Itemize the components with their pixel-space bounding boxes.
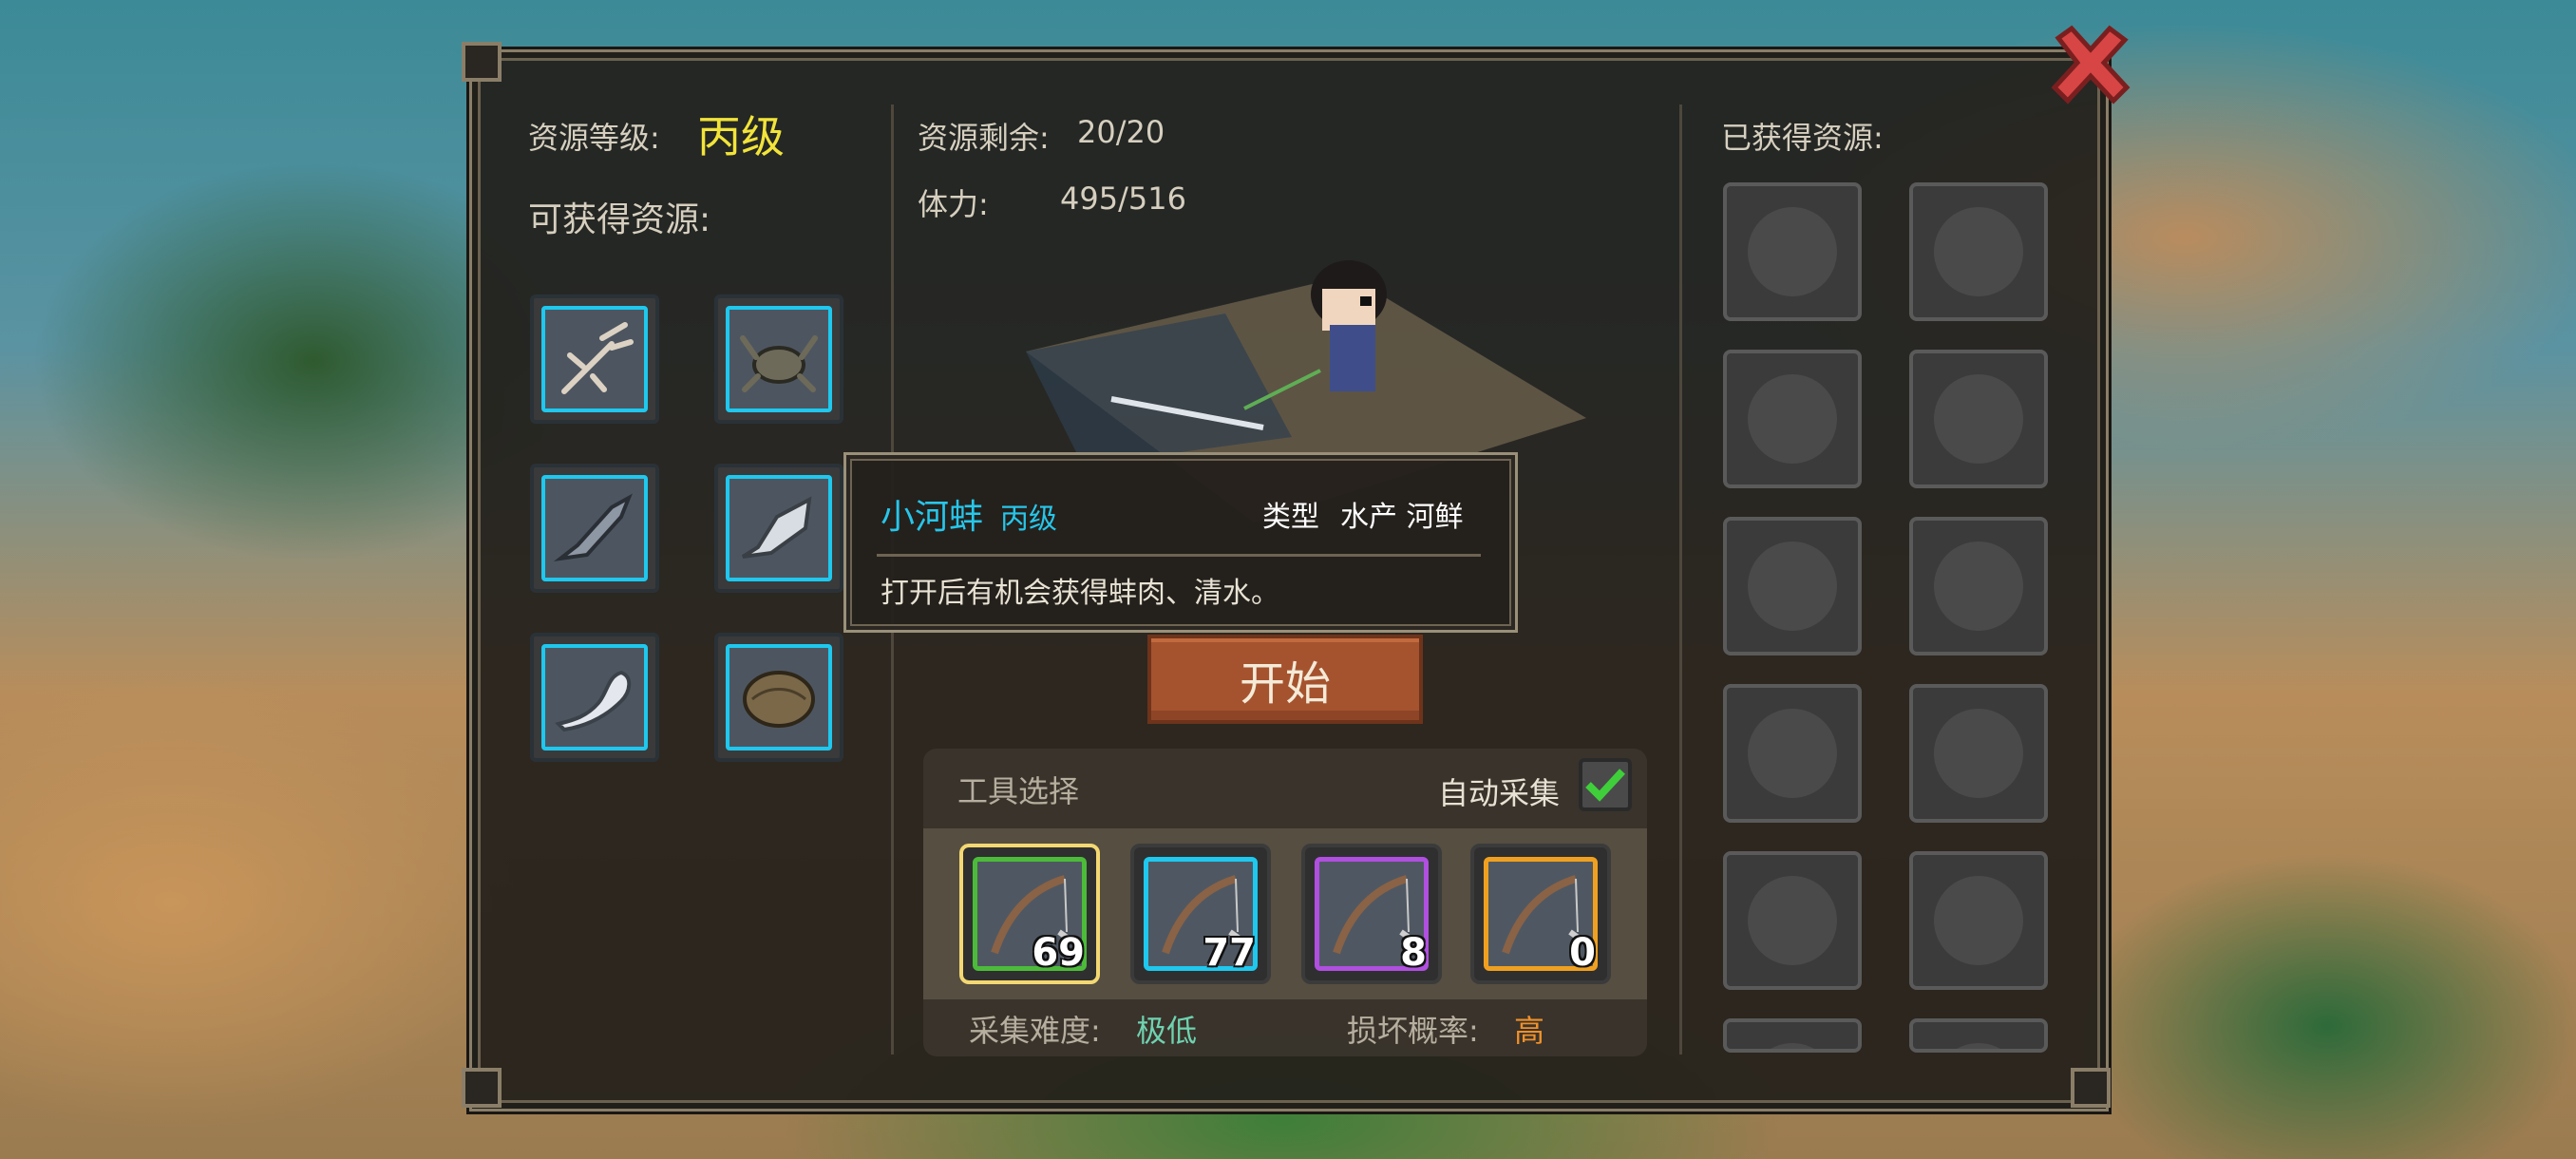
resource-slot[interactable] <box>530 294 659 424</box>
fish-icon <box>553 493 633 562</box>
checkmark-icon <box>1585 769 1625 802</box>
start-button[interactable]: 开始 <box>1147 635 1423 724</box>
tool-durability-count: 0 <box>1569 931 1596 975</box>
tool-slot[interactable]: 8 <box>1301 844 1442 984</box>
resource-slot-frame <box>541 475 648 581</box>
obtained-resource-slot <box>1909 851 2048 990</box>
stamina-value: 495/516 <box>1060 180 1186 217</box>
tool-slot[interactable]: 69 <box>959 844 1100 984</box>
resource-slot[interactable] <box>714 633 843 762</box>
tool-durability-count: 8 <box>1400 931 1427 975</box>
resource-slot[interactable] <box>714 294 843 424</box>
tool-durability-count: 69 <box>1032 931 1085 975</box>
obtained-resource-slot <box>1723 517 1862 656</box>
remaining-label: 资源剩余: <box>918 120 1050 156</box>
panel-corner <box>462 42 502 82</box>
clam-icon <box>743 671 815 728</box>
resource-slot-frame <box>726 306 832 412</box>
stamina-label: 体力: <box>918 186 989 222</box>
obtained-resource-slot <box>1723 851 1862 990</box>
close-button[interactable] <box>2047 21 2134 108</box>
remaining-value: 20/20 <box>1077 114 1165 150</box>
obtained-resource-slot <box>1909 1018 2048 1053</box>
obtained-resource-slot <box>1723 1018 1862 1053</box>
obtained-resource-slot <box>1909 350 2048 488</box>
difficulty-value: 极低 <box>1136 1013 1198 1049</box>
tooltip-description: 打开后有机会获得蚌肉、清水。 <box>881 577 1279 610</box>
close-icon <box>2051 25 2131 104</box>
break-chance-value: 高 <box>1514 1013 1545 1049</box>
tool-durability-count: 77 <box>1203 931 1256 975</box>
obtained-resource-slot <box>1723 684 1862 823</box>
tooltip-divider <box>877 554 1481 557</box>
obtained-resource-slot <box>1723 350 1862 488</box>
break-chance-label: 损坏概率: <box>1347 1013 1479 1049</box>
tooltip-item-grade: 丙级 <box>1000 503 1057 536</box>
resource-slot[interactable] <box>530 633 659 762</box>
item-tooltip: 小河蚌 丙级 类型 水产 河鲜 打开后有机会获得蚌肉、清水。 <box>843 452 1518 633</box>
obtained-resource-slot <box>1909 182 2048 321</box>
seal-fish-icon <box>555 670 632 732</box>
tooltip-item-name: 小河蚌 <box>881 498 984 537</box>
column-divider <box>1679 104 1682 1054</box>
panel-corner <box>462 1068 502 1108</box>
panel-corner <box>2071 1068 2111 1108</box>
resource-slot-frame <box>726 644 832 750</box>
resource-slot[interactable] <box>714 464 843 593</box>
resource-slot[interactable] <box>530 464 659 593</box>
crab-icon <box>740 335 818 392</box>
tool-slot[interactable]: 77 <box>1130 844 1271 984</box>
crayfish-icon <box>561 322 634 394</box>
tooltip-type-label: 类型 <box>1262 501 1319 534</box>
resource-slot-frame <box>726 475 832 581</box>
auto-gather-checkbox[interactable] <box>1579 758 1632 811</box>
resource-slot-frame <box>541 644 648 750</box>
auto-gather-label: 自动采集 <box>1438 775 1561 811</box>
grade-label: 资源等级: <box>528 120 660 156</box>
resource-slot-frame <box>541 306 648 412</box>
obtained-resource-slot <box>1909 684 2048 823</box>
obtainable-resources-label: 可获得资源: <box>528 200 711 239</box>
difficulty-label: 采集难度: <box>969 1013 1101 1049</box>
obtained-resource-slot <box>1909 517 2048 656</box>
tool-slot[interactable]: 0 <box>1470 844 1611 984</box>
obtained-resources-label: 已获得资源: <box>1721 120 1884 156</box>
carp-icon <box>741 496 812 559</box>
tool-selection-title: 工具选择 <box>957 773 1080 809</box>
obtained-resource-slot <box>1723 182 1862 321</box>
tooltip-type-value: 水产 河鲜 <box>1340 501 1464 534</box>
grade-value: 丙级 <box>697 111 785 162</box>
